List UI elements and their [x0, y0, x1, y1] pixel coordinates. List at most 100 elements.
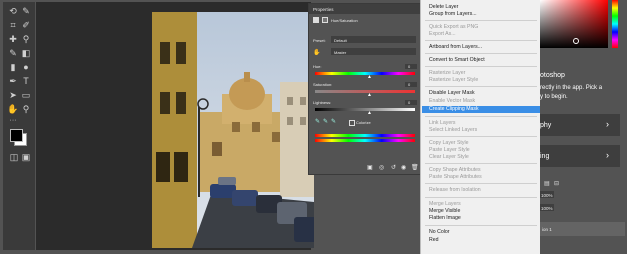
layer-filter-icon[interactable]: ▤: [544, 180, 550, 187]
right-panels: otoshop rectly in the app. Pick a y to b…: [540, 0, 627, 254]
eyedropper-tool-icon[interactable]: ✎: [20, 6, 32, 16]
hue-slider-thumb[interactable]: ▲: [367, 74, 372, 80]
hand-adjust-icon[interactable]: ✋: [313, 49, 320, 56]
menu-item-link-layers[interactable]: Link Layers: [429, 120, 456, 127]
menu-item-paste-layer-style[interactable]: Paste Layer Style: [429, 147, 470, 154]
visibility-icon[interactable]: ◉: [401, 164, 406, 171]
lightness-slider[interactable]: [315, 108, 415, 111]
menu-item-no-color[interactable]: No Color: [429, 229, 449, 236]
chevron-right-icon[interactable]: ›: [606, 150, 609, 160]
menu-separator: [425, 40, 537, 41]
menu-separator: [425, 197, 537, 198]
menu-item-copy-layer-style[interactable]: Copy Layer Style: [429, 140, 469, 147]
lock-icon[interactable]: ⊟: [554, 180, 559, 187]
properties-tab[interactable]: Properties: [313, 7, 334, 12]
promo-text-1: rectly in the app. Pick a: [540, 85, 603, 91]
menu-item-clear-layer-style[interactable]: Clear Layer Style: [429, 154, 469, 161]
channel-value: Master: [334, 50, 347, 55]
pen-tool-icon[interactable]: ✒: [7, 76, 19, 86]
menu-item-merge-visible[interactable]: Merge Visible: [429, 208, 460, 215]
mask-icon[interactable]: [322, 17, 328, 23]
menu-item-quick-export[interactable]: Quick Export as PNG: [429, 24, 478, 31]
quick-mask-icon[interactable]: ◫: [8, 152, 20, 162]
menu-item-group-from-layers[interactable]: Group from Layers...: [429, 11, 477, 18]
menu-item-delete-layer[interactable]: Delete Layer: [429, 4, 458, 11]
color-picker-cursor[interactable]: [573, 38, 579, 44]
color-bar-bottom: [315, 139, 415, 142]
reset-icon[interactable]: ↺: [391, 164, 396, 171]
hue-strip[interactable]: [612, 0, 618, 48]
healing-tool-icon[interactable]: ✚: [7, 34, 19, 44]
canvas-image[interactable]: [152, 12, 314, 248]
more-tools-icon[interactable]: ···: [7, 116, 19, 126]
saturation-slider[interactable]: [315, 90, 415, 93]
menu-item-export-as[interactable]: Export As...: [429, 31, 456, 38]
lightness-field[interactable]: [405, 100, 417, 105]
menu-item-rasterize-layer-style[interactable]: Rasterize Layer Style: [429, 77, 478, 84]
layer-context-menu: Delete Layer Group from Layers... Quick …: [420, 0, 542, 254]
lightness-value: 0: [408, 100, 411, 105]
card-2-label: ing: [540, 153, 550, 160]
menu-item-release-from-isolation[interactable]: Release from Isolation: [429, 187, 481, 194]
menu-item-create-clipping-mask[interactable]: Create Clipping Mask: [429, 106, 479, 113]
lasso-tool-icon[interactable]: ⟲: [7, 6, 19, 16]
menu-item-enable-vector-mask[interactable]: Enable Vector Mask: [429, 98, 475, 105]
chevron-right-icon[interactable]: ›: [606, 119, 609, 129]
fill-value: 100%: [541, 206, 553, 211]
zoom-tool-icon[interactable]: ⚲: [20, 104, 32, 114]
photoshop-window: ⟲ ✎ ⌗ ✐ ✚ ⚲ ✎ ◧ ▮ ● ✒ T ➤ ▭ ✋ ⚲ ··· ◫ ▣: [0, 0, 630, 254]
type-tool-icon[interactable]: T: [20, 76, 32, 86]
menu-separator: [425, 86, 537, 87]
stamp-tool-icon[interactable]: ⚲: [20, 34, 32, 44]
menu-item-copy-shape-attributes[interactable]: Copy Shape Attributes: [429, 167, 481, 174]
card-1-label: phy: [540, 122, 552, 129]
menu-separator: [425, 183, 537, 184]
saturation-field[interactable]: [405, 82, 417, 87]
clip-to-layer-icon[interactable]: ▣: [367, 164, 373, 171]
adjustment-layer-icon: [313, 17, 319, 23]
layer-row-selected[interactable]: [540, 222, 625, 236]
eyedropper-plus-icon[interactable]: ✎: [323, 118, 328, 125]
menu-item-select-linked-layers[interactable]: Select Linked Layers: [429, 127, 477, 134]
color-bar-top: [315, 134, 415, 137]
menu-item-convert-smart-object[interactable]: Convert to Smart Object: [429, 57, 485, 64]
preset-value: Default: [334, 38, 347, 43]
tools-panel: ⟲ ✎ ⌗ ✐ ✚ ⚲ ✎ ◧ ▮ ● ✒ T ➤ ▭ ✋ ⚲ ··· ◫ ▣: [3, 2, 35, 250]
hue-field[interactable]: [405, 64, 417, 69]
layer-name: ion 1: [542, 227, 552, 232]
saturation-slider-thumb[interactable]: ▲: [367, 92, 372, 98]
menu-item-red[interactable]: Red: [429, 237, 439, 244]
menu-separator: [425, 66, 537, 67]
eyedropper-minus-icon[interactable]: ✎: [331, 118, 336, 125]
menu-separator: [425, 53, 537, 54]
saturation-label: Saturation:: [313, 82, 333, 87]
view-previous-icon[interactable]: ◎: [379, 164, 384, 171]
menu-item-artboard-from-layers[interactable]: Artboard from Layers...: [429, 44, 482, 51]
hand-tool-icon[interactable]: ✋: [7, 104, 19, 114]
street-photo: [152, 12, 314, 248]
menu-separator: [425, 225, 537, 226]
gradient-tool-icon[interactable]: ▮: [7, 62, 19, 72]
menu-item-paste-shape-attributes[interactable]: Paste Shape Attributes: [429, 174, 482, 181]
menu-item-disable-layer-mask[interactable]: Disable Layer Mask: [429, 90, 475, 97]
blur-tool-icon[interactable]: ●: [20, 62, 32, 72]
lightness-slider-thumb[interactable]: ▲: [367, 110, 372, 116]
history-brush-icon[interactable]: ✎: [7, 48, 19, 58]
screen-mode-icon[interactable]: ▣: [20, 152, 32, 162]
brush-tool-icon[interactable]: ✐: [20, 20, 32, 30]
hue-slider[interactable]: [315, 72, 415, 75]
trash-icon[interactable]: 🗑: [411, 164, 419, 171]
path-select-icon[interactable]: ➤: [7, 90, 19, 100]
menu-separator: [425, 136, 537, 137]
crop-tool-icon[interactable]: ⌗: [7, 20, 19, 30]
menu-item-merge-layers[interactable]: Merge Layers: [429, 201, 461, 208]
hue-value: 0: [408, 64, 411, 69]
shape-tool-icon[interactable]: ▭: [20, 90, 32, 100]
foreground-color-swatch[interactable]: [10, 129, 23, 142]
menu-item-rasterize-layer[interactable]: Rasterize Layer: [429, 70, 465, 77]
eraser-tool-icon[interactable]: ◧: [20, 48, 32, 58]
eyedropper-icon[interactable]: ✎: [315, 118, 320, 125]
opacity-value: 100%: [541, 193, 553, 198]
menu-item-flatten-image[interactable]: Flatten Image: [429, 215, 461, 222]
colorize-checkbox[interactable]: [349, 120, 355, 126]
